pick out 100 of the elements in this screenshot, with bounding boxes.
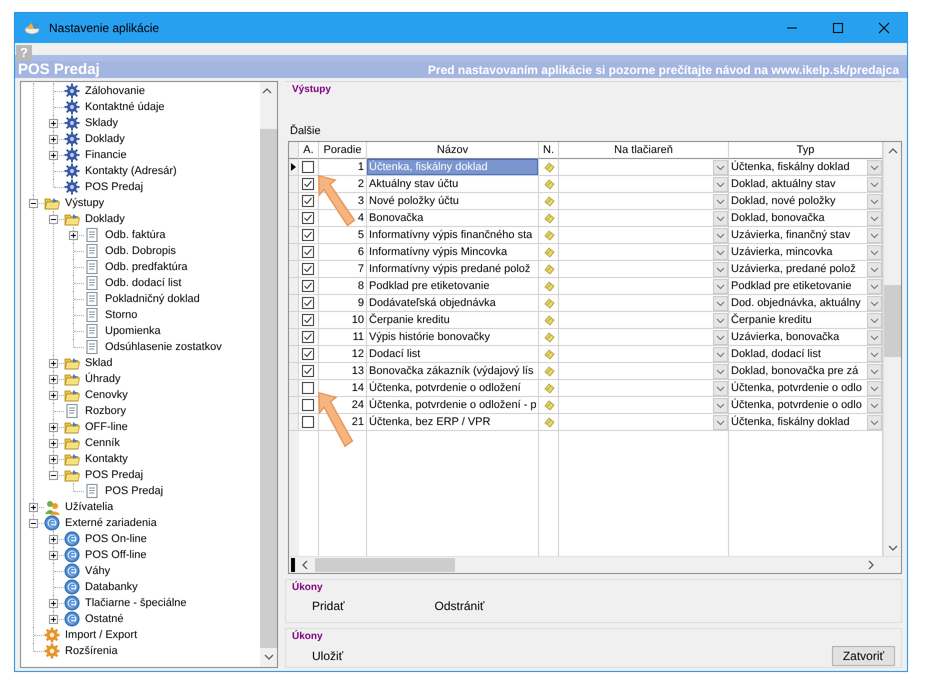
checkbox[interactable]	[302, 246, 314, 258]
tree-item[interactable]: Cenník	[84, 437, 121, 449]
tree-item[interactable]: Databanky	[84, 581, 139, 593]
type-dropdown[interactable]: Účtenka, potvrdenie o odlo	[729, 397, 882, 413]
type-dropdown[interactable]: Doklad, bonovačka pre zá	[729, 363, 882, 379]
table-cell[interactable]: Dodací list	[367, 346, 538, 362]
tree-item[interactable]: Kontakty	[84, 453, 129, 465]
tree-item[interactable]: Doklady	[84, 133, 126, 145]
tree-item[interactable]: Import / Export	[64, 629, 138, 641]
tree-item[interactable]: Cenovky	[84, 389, 129, 401]
checkbox[interactable]	[302, 297, 314, 309]
type-dropdown[interactable]: Účtenka, fiskálny doklad	[729, 159, 882, 175]
expand-toggle[interactable]	[49, 471, 58, 480]
type-dropdown[interactable]: Podklad pre etiketovanie	[729, 278, 882, 294]
tree-item[interactable]: Užívatelia	[64, 501, 114, 513]
checkbox[interactable]	[302, 331, 314, 343]
tree-item[interactable]: Upomienka	[104, 325, 162, 337]
tree-item[interactable]: Tlačiarne - špeciálne	[84, 597, 188, 609]
expand-toggle[interactable]	[49, 615, 58, 624]
scrollbar[interactable]	[289, 556, 901, 573]
tree-item[interactable]: Kontaktné údaje	[84, 101, 166, 113]
table-cell[interactable]: Informatívny výpis finančného sta	[367, 227, 538, 243]
table-cell[interactable]: Účtenka, potvrdenie o odložení	[367, 380, 538, 396]
column-header[interactable]: Názov	[367, 142, 538, 158]
column-header[interactable]: Poradie	[319, 142, 366, 158]
tree-item[interactable]: Ostatné	[84, 613, 125, 625]
checkbox[interactable]	[302, 382, 314, 394]
add-button[interactable]: Pridať	[306, 597, 351, 615]
type-dropdown[interactable]: Doklad, nové položky	[729, 193, 882, 209]
table-cell[interactable]: Nové položky účtu	[367, 193, 538, 209]
expand-toggle[interactable]	[49, 551, 58, 560]
table-cell[interactable]: Bonovačka	[367, 210, 538, 226]
tree-item[interactable]: Odb. Dobropis	[104, 245, 177, 257]
expand-toggle[interactable]	[49, 375, 58, 384]
type-dropdown[interactable]: Uzávierka, predané polož	[729, 261, 882, 277]
column-header[interactable]: N.	[539, 142, 558, 158]
checkbox[interactable]	[302, 314, 314, 326]
tree-item[interactable]: Financie	[84, 149, 128, 161]
table-cell[interactable]: Informatívny výpis predané polož	[367, 261, 538, 277]
tree-item[interactable]: OFF-line	[84, 421, 129, 433]
tree-item[interactable]: Pokladničný doklad	[104, 293, 201, 305]
tree-item[interactable]: Externé zariadenia	[64, 517, 158, 529]
expand-toggle[interactable]	[49, 119, 58, 128]
tree-item[interactable]: Sklad	[84, 357, 114, 369]
column-header[interactable]: Typ	[729, 142, 882, 158]
tree-item[interactable]: Odb. faktúra	[104, 229, 167, 241]
tree-item[interactable]: Sklady	[84, 117, 120, 129]
type-dropdown[interactable]: Uzávierka, finančný stav	[729, 227, 882, 243]
table-cell[interactable]: Účtenka, bez ERP / VPR	[367, 414, 538, 430]
expand-toggle[interactable]	[49, 439, 58, 448]
remove-button[interactable]: Odstrániť	[428, 597, 490, 615]
tree-item[interactable]: POS On-line	[84, 533, 148, 545]
column-header[interactable]: A.	[299, 142, 318, 158]
save-button[interactable]: Uložiť	[306, 647, 350, 665]
scrollbar[interactable]	[883, 142, 901, 556]
type-dropdown[interactable]: Doklad, bonovačka	[729, 210, 882, 226]
table-cell[interactable]: Aktuálny stav účtu	[367, 176, 538, 192]
table-cell[interactable]: Podklad pre etiketovanie	[367, 278, 538, 294]
checkbox[interactable]	[302, 229, 314, 241]
scroll-thumb[interactable]	[315, 558, 455, 572]
tree-item[interactable]: Doklady	[84, 213, 126, 225]
type-dropdown[interactable]: Účtenka, fiskálny doklad	[729, 414, 882, 430]
checkbox[interactable]	[302, 263, 314, 275]
type-dropdown[interactable]: Čerpanie kreditu	[729, 312, 882, 328]
tree-item[interactable]: POS Off-line	[84, 549, 148, 561]
checkbox[interactable]	[302, 365, 314, 377]
tree-item[interactable]: Výstupy	[64, 197, 106, 209]
table-cell[interactable]: Čerpanie kreditu	[367, 312, 538, 328]
tree-item[interactable]: POS Predaj	[84, 181, 144, 193]
table-cell[interactable]: Výpis histórie bonovačky	[367, 329, 538, 345]
expand-toggle[interactable]	[29, 199, 38, 208]
expand-toggle[interactable]	[49, 535, 58, 544]
tree-item[interactable]: POS Predaj	[84, 469, 144, 481]
expand-toggle[interactable]	[49, 359, 58, 368]
tree-item[interactable]: Kontakty (Adresár)	[84, 165, 178, 177]
table-cell[interactable]: Informatívny výpis Mincovka	[367, 244, 538, 260]
expand-toggle[interactable]	[49, 423, 58, 432]
tree-item[interactable]: Storno	[104, 309, 138, 321]
checkbox[interactable]	[302, 280, 314, 292]
tree-item[interactable]: Odb. dodací list	[104, 277, 182, 289]
checkbox[interactable]	[302, 195, 314, 207]
type-dropdown[interactable]: Dod. objednávka, aktuálny	[729, 295, 882, 311]
type-dropdown[interactable]: Doklad, dodací list	[729, 346, 882, 362]
checkbox[interactable]	[302, 399, 314, 411]
tree-item[interactable]: Zálohovanie	[84, 85, 146, 97]
type-dropdown[interactable]: Uzávierka, mincovka	[729, 244, 882, 260]
row-header[interactable]	[289, 159, 298, 175]
column-header[interactable]: Na tlačiareň	[559, 142, 728, 158]
type-dropdown[interactable]: Doklad, aktuálny stav	[729, 176, 882, 192]
checkbox[interactable]	[302, 212, 314, 224]
expand-toggle[interactable]	[49, 455, 58, 464]
tree-item[interactable]: POS Predaj	[104, 485, 164, 497]
expand-toggle[interactable]	[69, 231, 78, 240]
tree-item[interactable]: Rozšírenia	[64, 645, 119, 657]
expand-toggle[interactable]	[29, 503, 38, 512]
tree-item[interactable]: Odsúhlasenie zostatkov	[104, 341, 223, 353]
scroll-thumb[interactable]	[884, 285, 901, 357]
type-dropdown[interactable]: Uzávierka, bonovačka	[729, 329, 882, 345]
close-button[interactable]: Zatvoriť	[832, 646, 895, 666]
type-dropdown[interactable]: Účtenka, potvrdenie o odlo	[729, 380, 882, 396]
